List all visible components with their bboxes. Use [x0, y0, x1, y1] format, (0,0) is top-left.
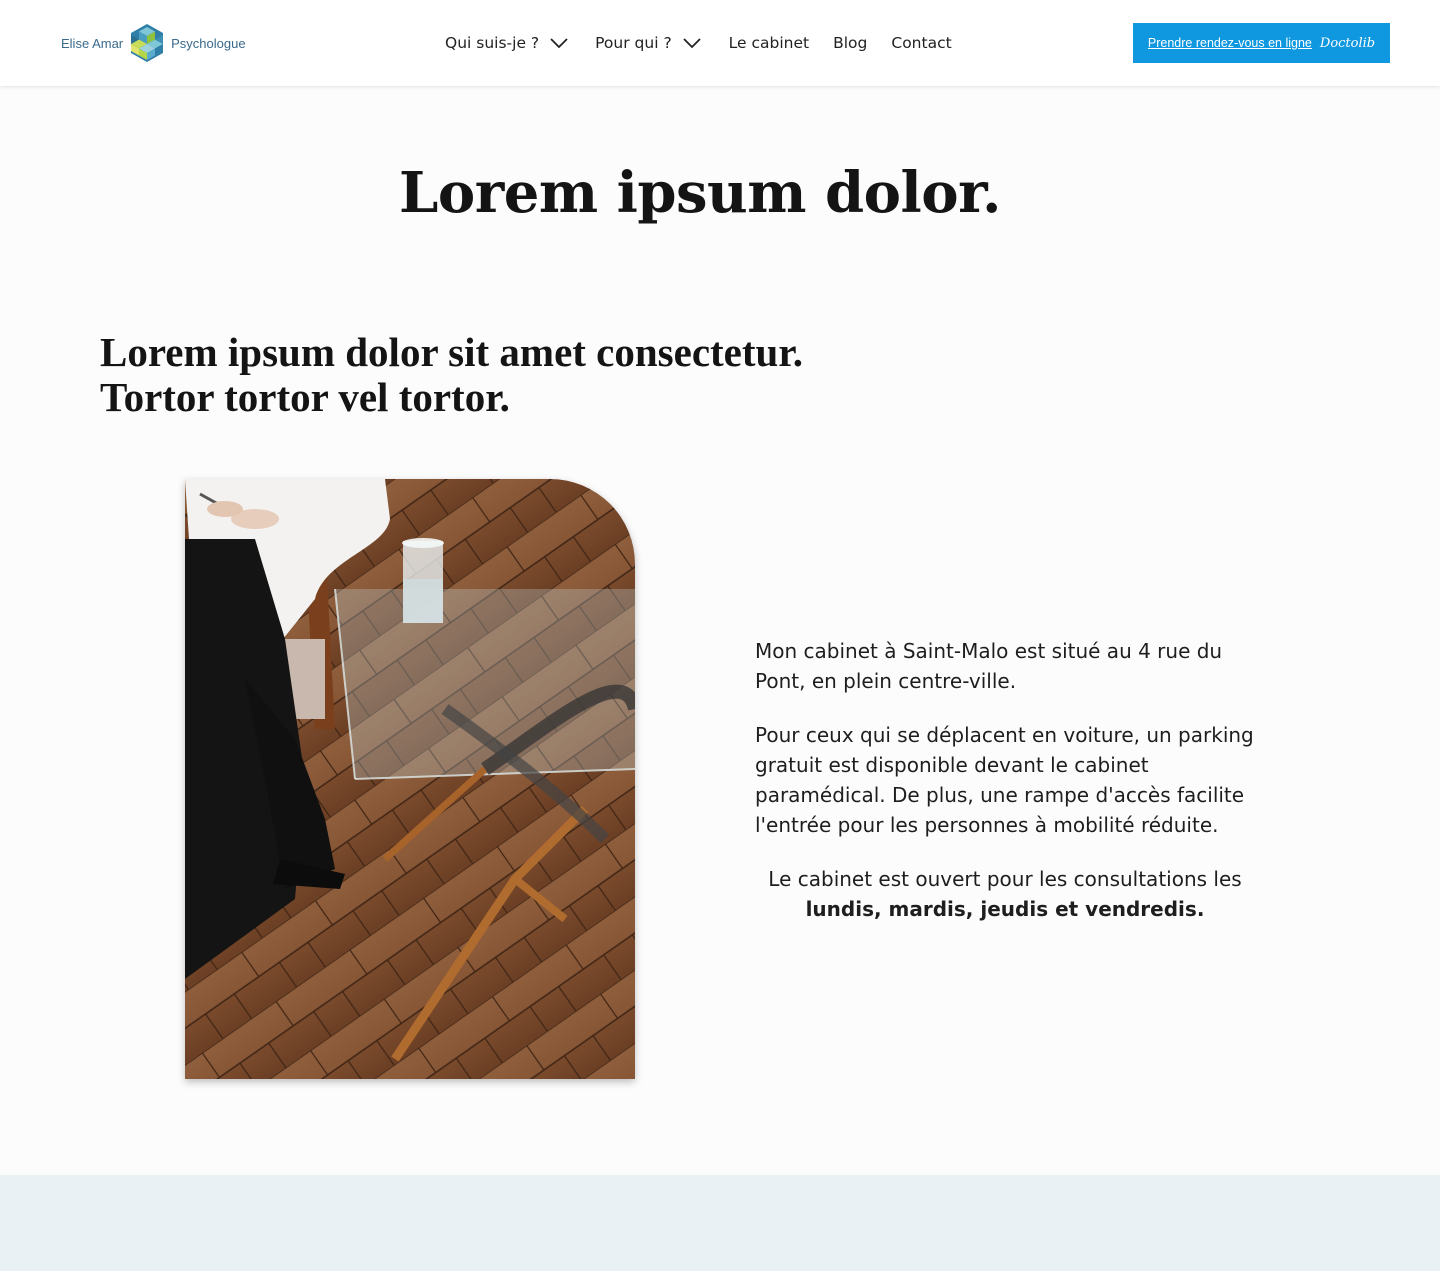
nav-item-pour-qui[interactable]: Pour qui ?: [595, 34, 701, 52]
next-section-band: [0, 1175, 1440, 1271]
info-address: Mon cabinet à Saint-Malo est situé au 4 …: [755, 639, 1223, 693]
nav-item-label: Pour qui ?: [595, 34, 672, 52]
chevron-down-icon: [550, 38, 568, 49]
hours-days: lundis, mardis, jeudis et vendredis.: [805, 897, 1205, 921]
nav-item-label: Le cabinet: [728, 34, 810, 52]
logo-profession: Psychologue: [171, 35, 246, 51]
section-subtitle: Lorem ipsum dolor sit amet consectetur. …: [100, 330, 1000, 420]
nav-item-contact[interactable]: Contact: [891, 34, 951, 52]
subtitle-line-1: Lorem ipsum dolor sit amet consectetur.: [100, 329, 804, 375]
doctolib-logo: Doctolib: [1319, 35, 1376, 51]
hours-intro: Le cabinet est ouvert pour les consultat…: [768, 867, 1242, 891]
logo-name: Elise Amar: [61, 35, 124, 51]
nav-item-le-cabinet[interactable]: Le cabinet: [729, 34, 809, 52]
info-access: Pour ceux qui se déplacent en voiture, u…: [755, 723, 1254, 837]
office-photo: [185, 479, 635, 1079]
nav-item-qui-suis-je[interactable]: Qui suis-je ?: [445, 34, 568, 52]
nav-item-label: Contact: [891, 34, 952, 52]
book-appointment-button[interactable]: Prendre rendez-vous en ligne Doctolib: [1133, 23, 1390, 63]
nav-item-label: Blog: [833, 34, 868, 52]
info-hours: Le cabinet est ouvert pour les consultat…: [755, 864, 1255, 924]
subtitle-line-2: Tortor tortor vel tortor.: [100, 374, 510, 420]
nav-item-label: Qui suis-je ?: [445, 34, 540, 52]
chevron-down-icon: [683, 38, 701, 49]
site-header: Elise Amar Psychologue Qui suis-je ? Pou…: [0, 0, 1440, 86]
main-nav: Qui suis-je ? Pour qui ? Le cabinet Blog…: [445, 31, 952, 55]
book-appointment-label: Prendre rendez-vous en ligne: [1147, 36, 1312, 50]
site-logo[interactable]: Elise Amar Psychologue: [61, 22, 246, 64]
cube-logo-icon: [131, 24, 164, 62]
nav-item-blog[interactable]: Blog: [833, 34, 867, 52]
page-title: Lorem ipsum dolor.: [398, 160, 1002, 226]
cabinet-info: Mon cabinet à Saint-Malo est situé au 4 …: [755, 636, 1255, 948]
